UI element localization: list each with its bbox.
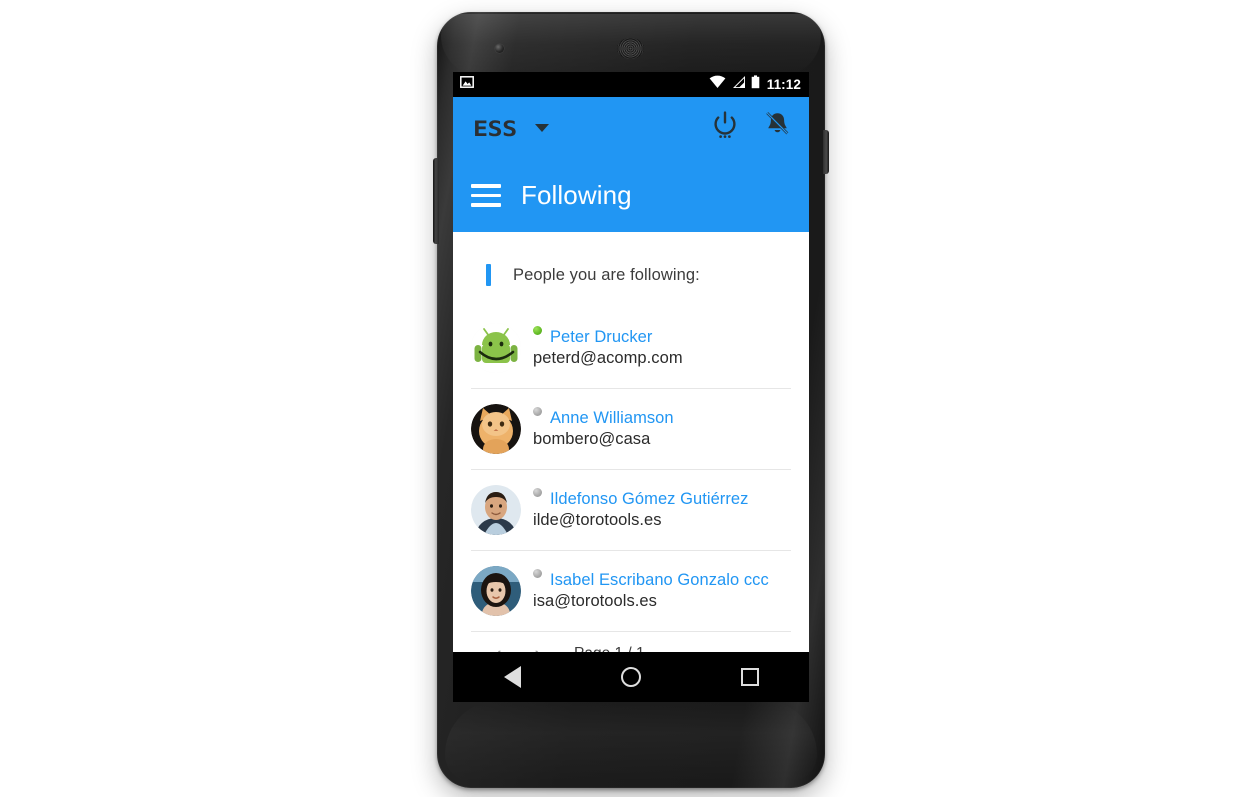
section-title: People you are following:: [513, 265, 700, 284]
status-bar-system-icons: 11:12: [709, 75, 801, 94]
woman-photo-avatar: [471, 566, 521, 616]
person-name-row: Anne Williamson: [533, 407, 674, 428]
section-header: People you are following:: [453, 232, 809, 286]
list-item[interactable]: Anne Williamson bombero@casa: [471, 389, 791, 470]
home-circle-icon: [620, 667, 641, 687]
phone-volume-button[interactable]: [433, 158, 439, 244]
following-people-list: Peter Drucker peterd@acomp.com Anne Will…: [453, 308, 809, 632]
phone-screen: 11:12 ESS Following People you are follo…: [453, 72, 809, 702]
person-name[interactable]: Ildefonso Gómez Gutiérrez: [550, 490, 748, 509]
app-bar-actions: [712, 110, 791, 146]
person-email: bombero@casa: [533, 430, 651, 448]
content-area: People you are following: Peter Drucker …: [453, 232, 809, 702]
earpiece-speaker: [617, 38, 644, 59]
list-item[interactable]: Isabel Escribano Gonzalo ccc isa@torotoo…: [471, 551, 791, 632]
status-badge: [533, 488, 542, 497]
avatar[interactable]: [471, 566, 521, 616]
cat-photo-avatar: [471, 404, 521, 454]
status-badge: [533, 326, 542, 335]
person-name-row: Ildefonso Gómez Gutiérrez: [533, 488, 748, 509]
back-nav-button[interactable]: [482, 652, 542, 702]
person-name[interactable]: Isabel Escribano Gonzalo ccc: [550, 571, 769, 590]
hamburger-bar: [471, 193, 501, 198]
app-bar-title-row: Following: [453, 159, 809, 232]
hamburger-bar: [471, 184, 501, 188]
android-mascot-avatar: [471, 323, 521, 373]
person-name-row: Peter Drucker: [533, 326, 683, 347]
image-icon: [460, 75, 474, 94]
list-item[interactable]: Peter Drucker peterd@acomp.com: [471, 308, 791, 389]
person-name-row: Isabel Escribano Gonzalo ccc: [533, 569, 769, 590]
signal-icon: [731, 75, 746, 94]
phone-power-button[interactable]: [823, 130, 829, 174]
chevron-down-icon[interactable]: [534, 124, 549, 132]
page-title: Following: [521, 180, 632, 210]
wifi-icon: [709, 75, 726, 94]
avatar[interactable]: [471, 485, 521, 535]
power-icon[interactable]: [712, 110, 738, 146]
home-nav-button[interactable]: [601, 652, 661, 702]
android-status-bar: 11:12: [453, 72, 809, 97]
person-email: ilde@torotools.es: [533, 511, 662, 529]
app-bar: ESS Following: [453, 97, 809, 232]
recents-square-icon: [740, 668, 759, 686]
list-item[interactable]: Ildefonso Gómez Gutiérrez ilde@torotools…: [471, 470, 791, 551]
status-bar-clock: 11:12: [766, 77, 801, 92]
person-name[interactable]: Anne Williamson: [550, 409, 674, 428]
person-info: Isabel Escribano Gonzalo ccc isa@torotoo…: [533, 569, 769, 611]
battery-icon: [751, 75, 760, 94]
status-badge: [533, 569, 542, 578]
android-navigation-bar: [453, 652, 809, 702]
section-accent-bar: [486, 264, 491, 286]
person-info: Ildefonso Gómez Gutiérrez ilde@torotools…: [533, 488, 748, 530]
hamburger-menu-icon[interactable]: [471, 184, 501, 207]
brand-logo[interactable]: ESS: [473, 117, 517, 139]
man-photo-avatar: [471, 485, 521, 535]
status-bar-notifications: [460, 75, 474, 94]
app-bar-top-row: ESS: [453, 97, 809, 159]
person-email: peterd@acomp.com: [533, 349, 683, 367]
screenshot-stage: 11:12 ESS Following People you are follo…: [0, 0, 1246, 797]
avatar[interactable]: [471, 404, 521, 454]
person-info: Peter Drucker peterd@acomp.com: [533, 326, 683, 368]
recents-nav-button[interactable]: [720, 652, 780, 702]
person-email: isa@torotools.es: [533, 592, 657, 610]
avatar[interactable]: [471, 323, 521, 373]
person-name[interactable]: Peter Drucker: [550, 328, 652, 347]
person-info: Anne Williamson bombero@casa: [533, 407, 674, 449]
hamburger-bar: [471, 203, 501, 207]
back-triangle-icon: [503, 666, 521, 688]
front-camera-icon: [495, 44, 504, 53]
status-badge: [533, 407, 542, 416]
bell-off-icon[interactable]: [764, 111, 791, 145]
